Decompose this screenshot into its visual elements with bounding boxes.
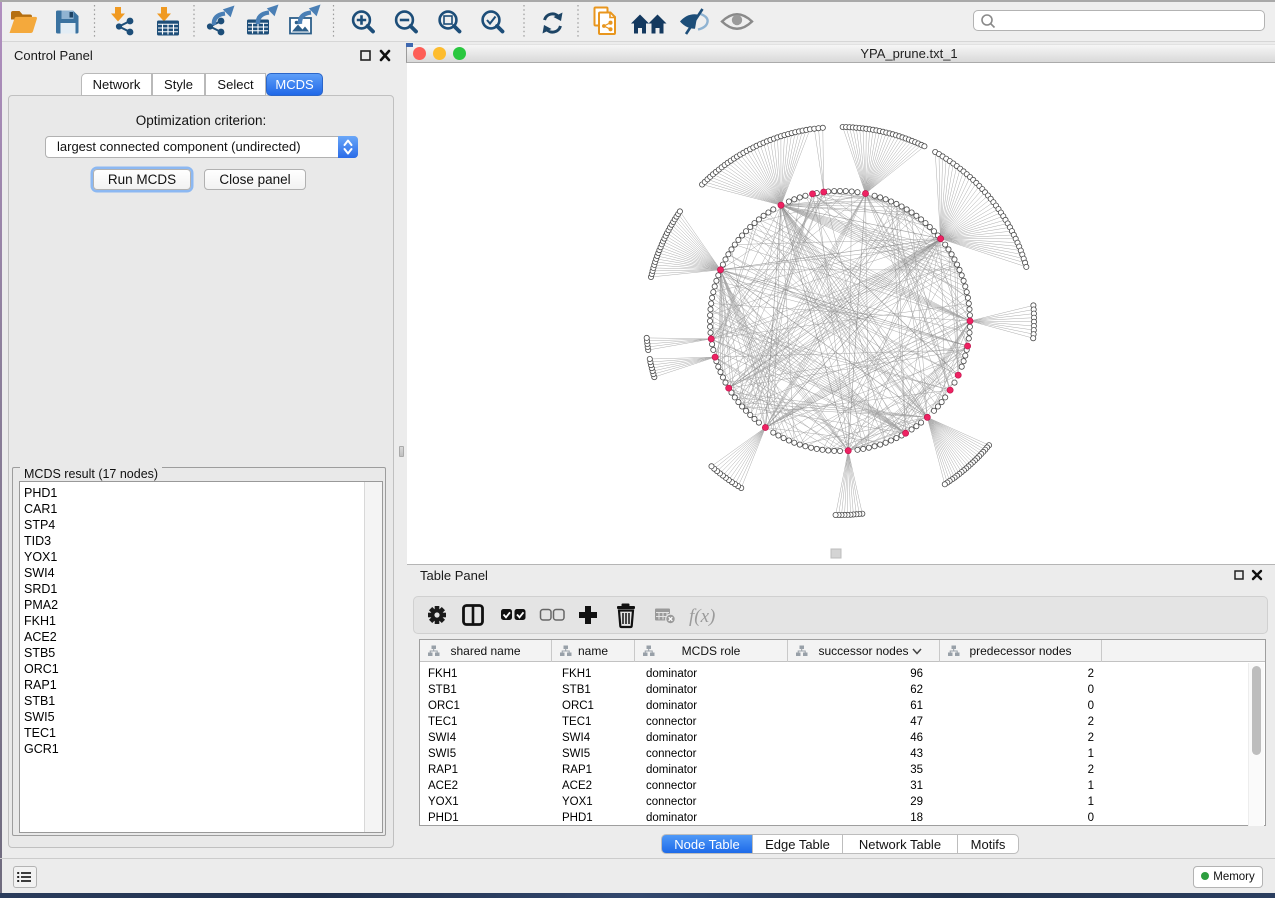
svg-text:f(x): f(x) <box>689 606 715 627</box>
